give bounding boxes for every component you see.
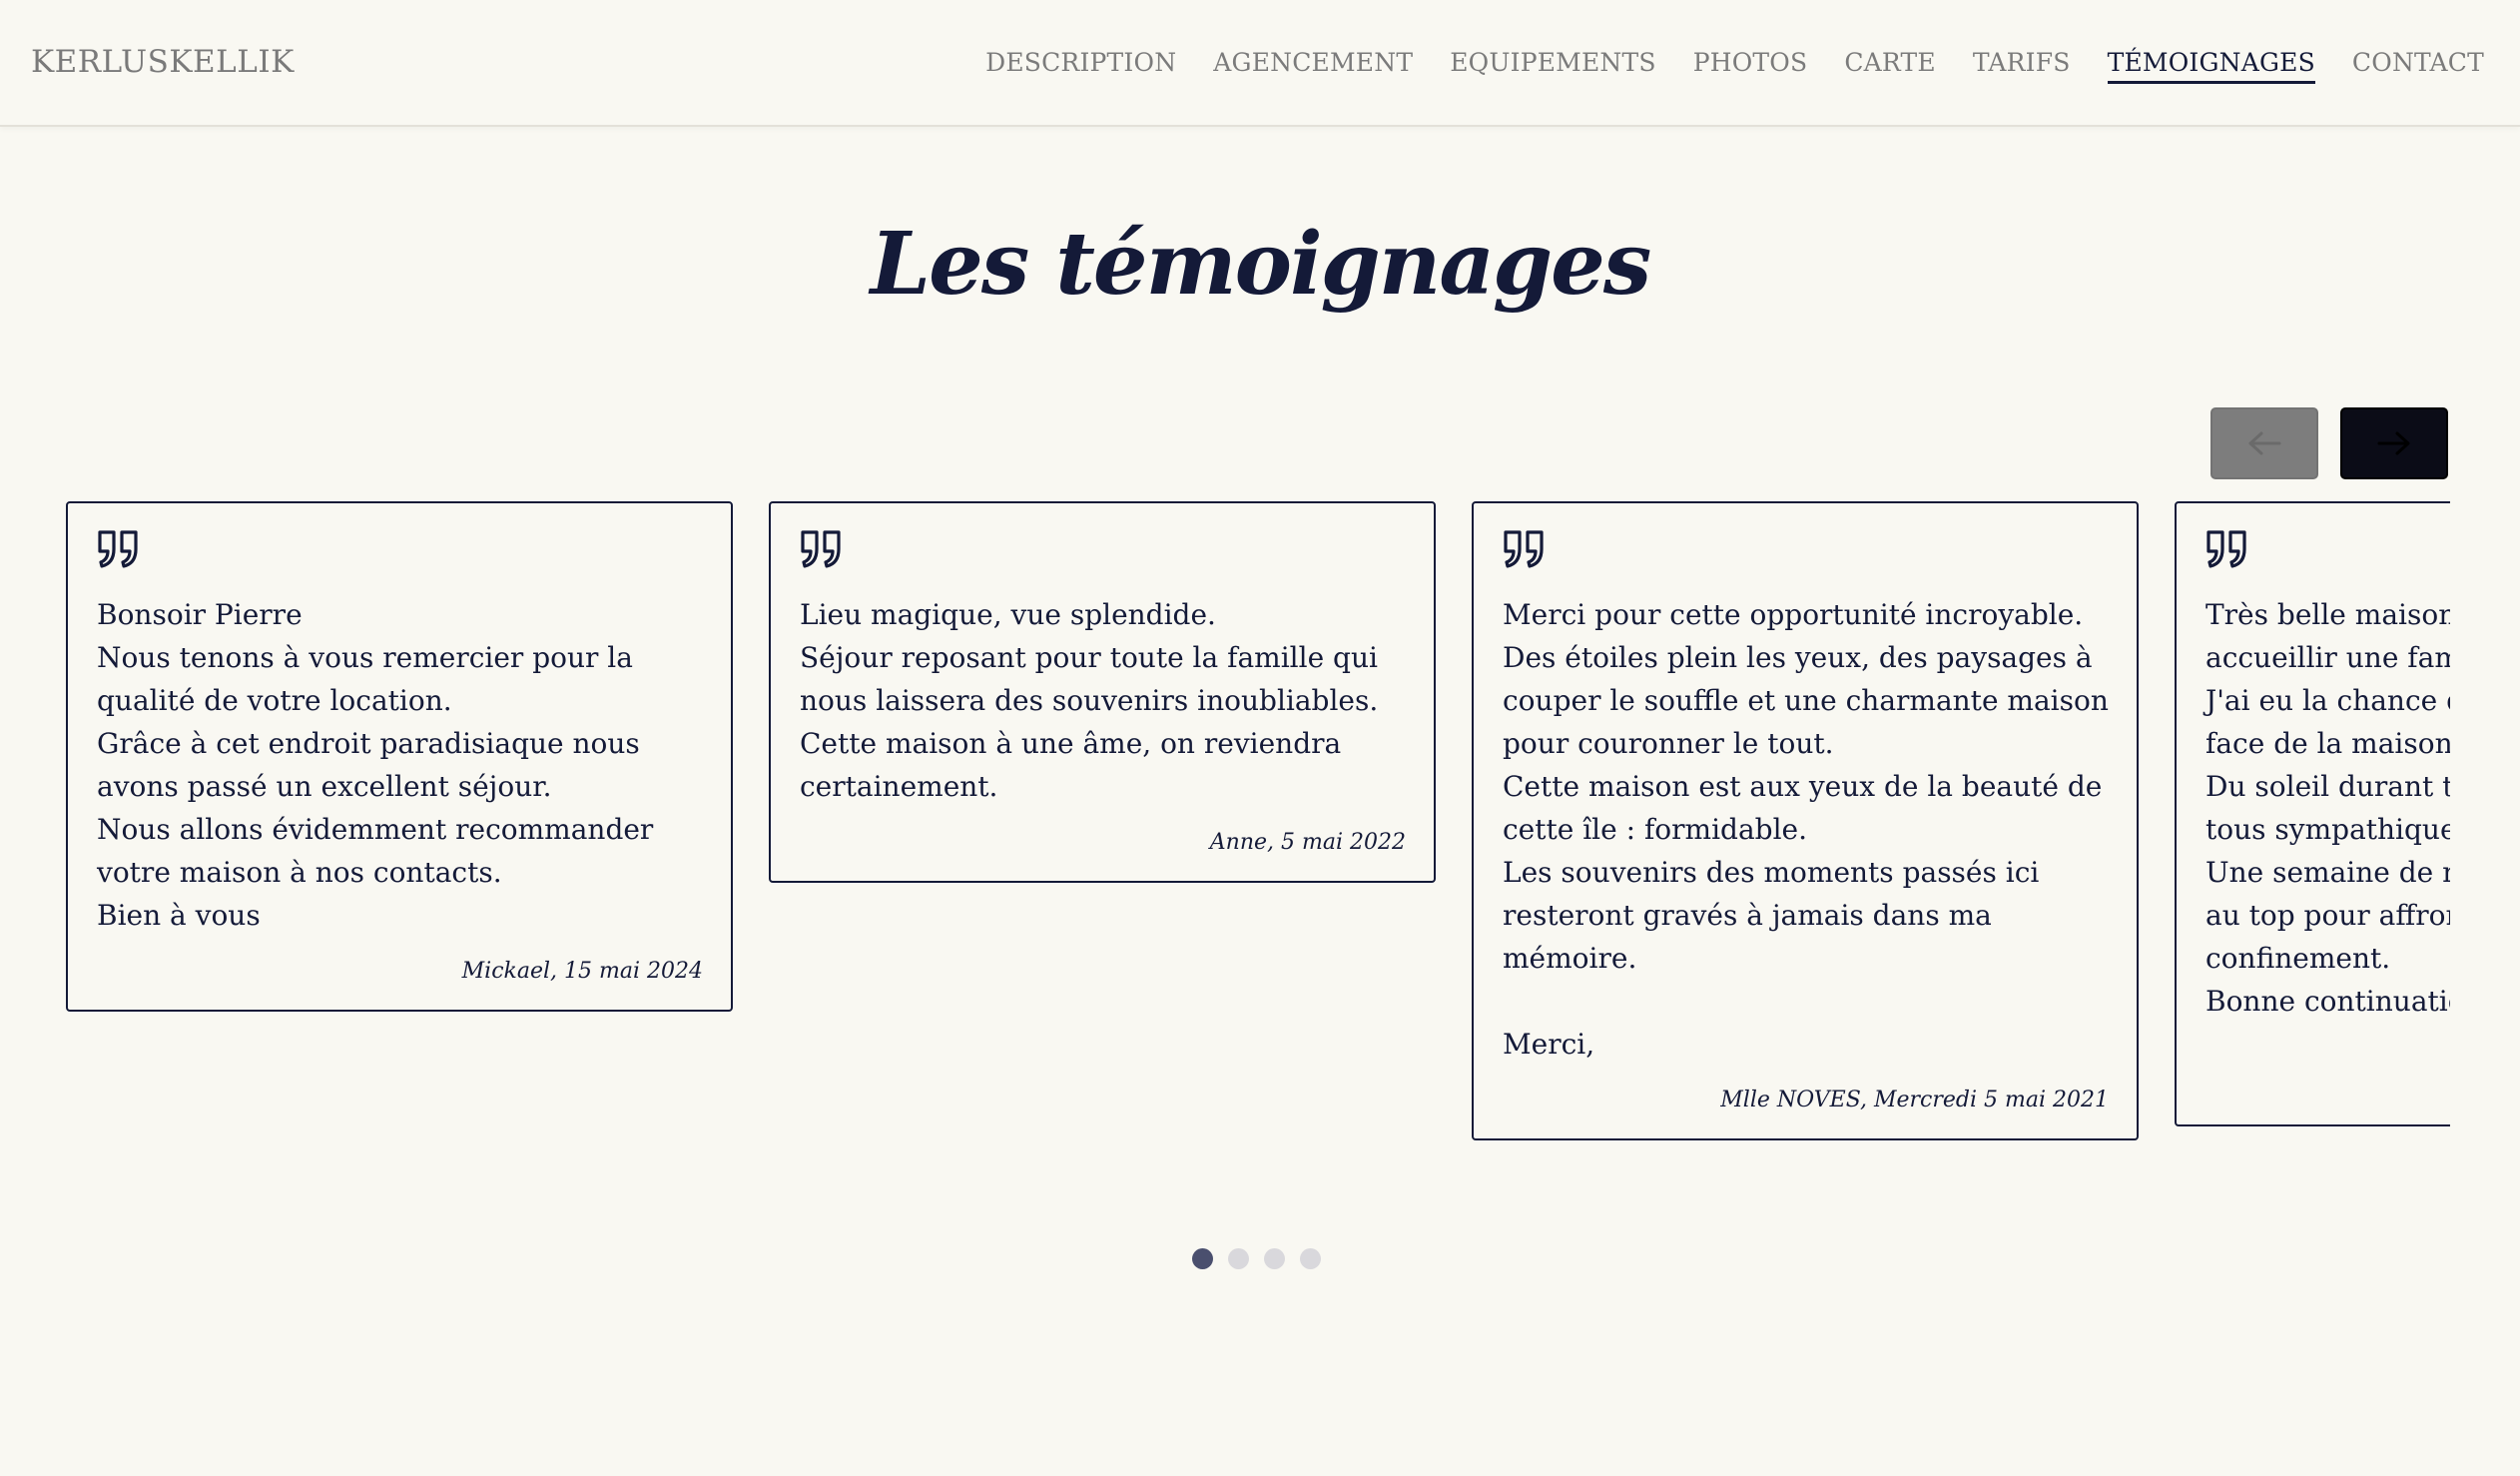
site-brand[interactable]: KERLUSKELLIK (31, 44, 295, 80)
nav-item-carte[interactable]: CARTE (1844, 50, 1936, 84)
testimonials-carousel[interactable]: Bonsoir Pierre Nous tenons à vous remerc… (66, 501, 2450, 1180)
carousel-dot[interactable] (1264, 1248, 1285, 1269)
arrow-right-icon (2377, 431, 2410, 455)
testimonial-text: Très belle maison accueillir une fam J'a… (2205, 598, 2450, 1018)
carousel-prev-button[interactable] (2210, 407, 2318, 479)
carousel-dot[interactable] (1192, 1248, 1213, 1269)
nav-item-photos[interactable]: PHOTOS (1693, 50, 1808, 84)
testimonial-author: Mlle NOVES, Mercredi 5 mai 2021 (1720, 1088, 2109, 1112)
nav-item-agencement[interactable]: AGENCEMENT (1213, 50, 1413, 84)
testimonial-card: Lieu magique, vue splendide. Séjour repo… (769, 501, 1436, 883)
top-navigation-bar: KERLUSKELLIK DESCRIPTION AGENCEMENT EQUI… (0, 0, 2520, 127)
nav-item-description[interactable]: DESCRIPTION (985, 50, 1176, 84)
carousel-dot[interactable] (1300, 1248, 1321, 1269)
section-title: Les témoignages (870, 214, 1652, 315)
testimonial-text: Merci pour cette opportunité incroyable.… (1503, 598, 2109, 1061)
quote-icon (801, 530, 841, 568)
nav-item-tarifs[interactable]: TARIFS (1973, 50, 2071, 84)
quote-icon (2206, 530, 2246, 568)
quote-icon (1504, 530, 1544, 568)
carousel-next-button[interactable] (2340, 407, 2448, 479)
testimonial-author: Anne, 5 mai 2022 (1209, 830, 1406, 855)
testimonial-card: Bonsoir Pierre Nous tenons à vous remerc… (66, 501, 733, 1012)
carousel-dot[interactable] (1228, 1248, 1249, 1269)
testimonial-text: Lieu magique, vue splendide. Séjour repo… (800, 598, 1379, 803)
testimonial-author: Mickael, 15 mai 2024 (461, 959, 703, 984)
nav-item-contact[interactable]: CONTACT (2352, 50, 2484, 84)
testimonial-card: Très belle maison accueillir une fam J'a… (2175, 501, 2450, 1126)
testimonial-card: Merci pour cette opportunité incroyable.… (1472, 501, 2139, 1140)
nav-item-equipements[interactable]: EQUIPEMENTS (1450, 50, 1656, 84)
carousel-pagination (1192, 1248, 1321, 1269)
main-nav: DESCRIPTION AGENCEMENT EQUIPEMENTS PHOTO… (985, 50, 2484, 84)
arrow-left-icon (2248, 431, 2281, 455)
nav-item-temoignages[interactable]: TÉMOIGNAGES (2107, 50, 2315, 84)
testimonial-text: Bonsoir Pierre Nous tenons à vous remerc… (97, 598, 654, 932)
quote-icon (98, 530, 138, 568)
